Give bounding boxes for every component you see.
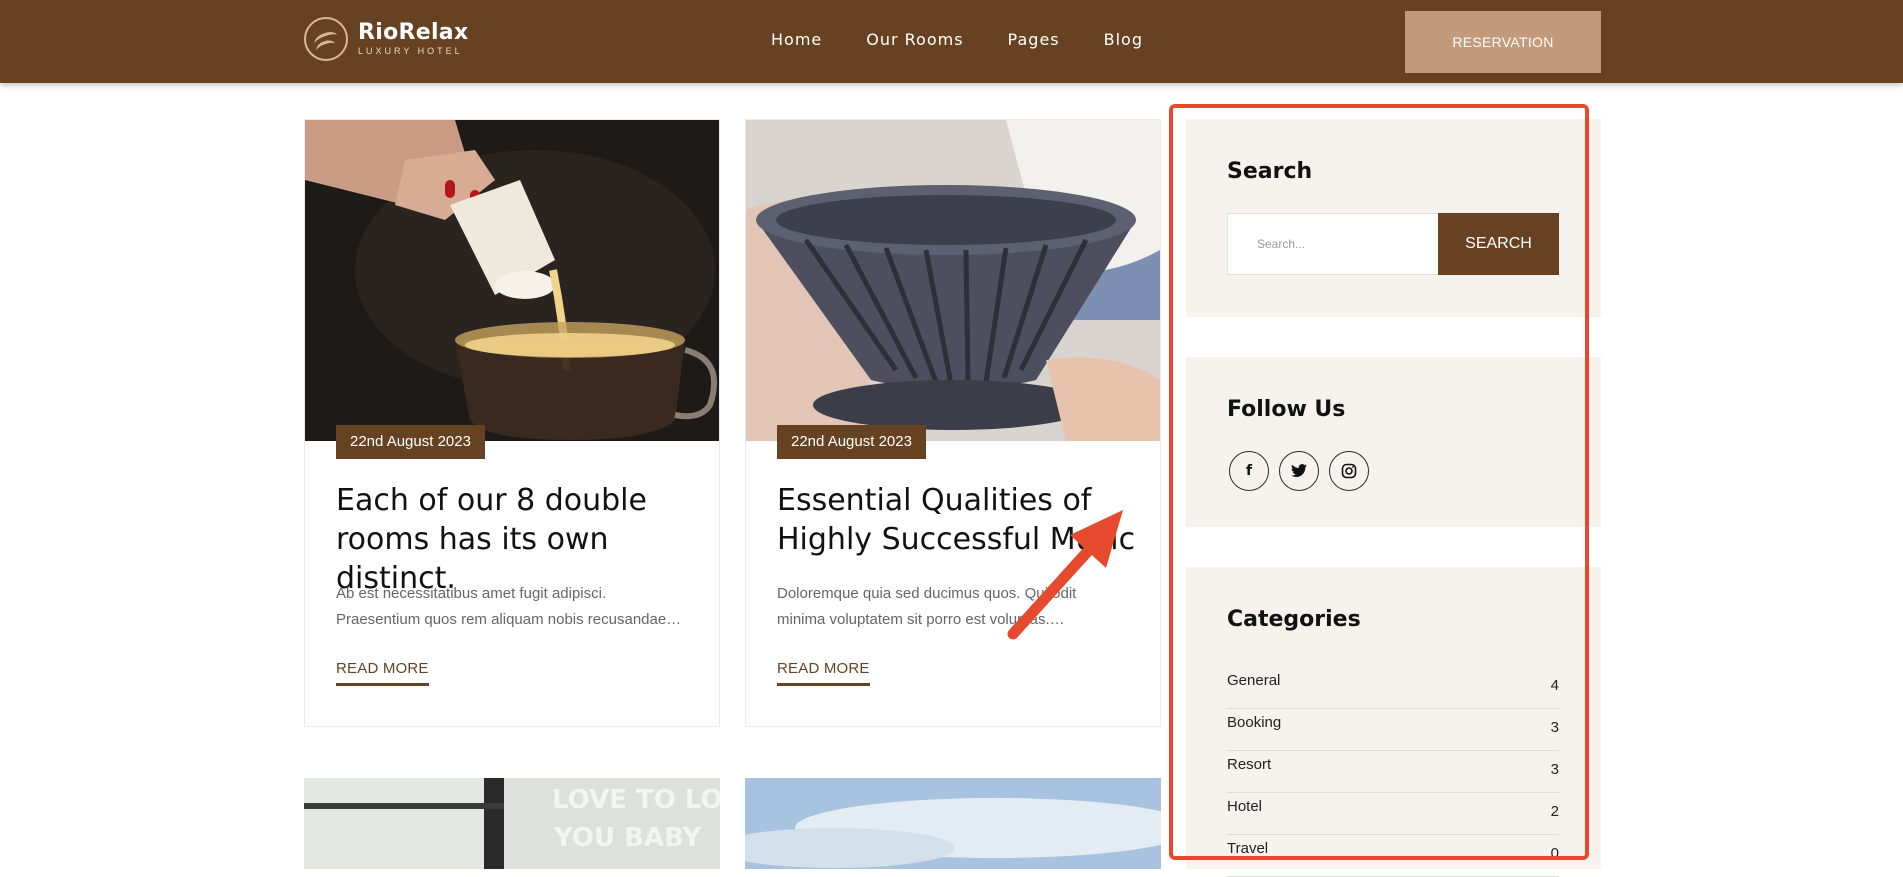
category-count: 2 (1550, 803, 1559, 820)
read-more-link[interactable]: READ MORE (336, 660, 429, 686)
category-name: General (1227, 672, 1281, 689)
blog-card: 22nd August 2023 Each of our 8 double ro… (304, 119, 720, 727)
nav-blog[interactable]: Blog (1104, 30, 1143, 49)
categories-widget-title: Categories (1227, 607, 1361, 632)
post-excerpt: Doloremque quia sed ducimus quos. Qui od… (777, 585, 1077, 628)
nav-home[interactable]: Home (771, 30, 822, 49)
search-button[interactable]: SEARCH (1438, 213, 1559, 275)
category-item-resort[interactable]: Resort 3 (1227, 751, 1559, 793)
read-more-link[interactable]: READ MORE (777, 660, 870, 686)
site-header: RioRelax LUXURY HOTEL Home Our Rooms Pag… (0, 0, 1903, 83)
category-name: Hotel (1227, 798, 1263, 815)
category-count: 4 (1550, 677, 1559, 694)
instagram-icon[interactable] (1329, 451, 1369, 491)
nav-our-rooms[interactable]: Our Rooms (866, 30, 963, 49)
category-item-general[interactable]: General 4 (1227, 667, 1559, 709)
post-title[interactable]: Essential Qualities of Highly Successful… (777, 481, 1137, 559)
search-widget: Search Search... SEARCH (1186, 119, 1601, 317)
sign-line-2: YOU BABY (553, 823, 703, 853)
category-name: Resort (1227, 756, 1272, 773)
category-item-travel[interactable]: Travel 0 (1227, 835, 1559, 877)
post-date-badge: 22nd August 2023 (777, 425, 926, 459)
logo-name: RioRelax (358, 20, 469, 45)
twitter-icon[interactable] (1279, 451, 1319, 491)
post-image-coffee-dripper[interactable] (746, 120, 1160, 441)
category-count: 3 (1550, 761, 1559, 778)
post-date-badge: 22nd August 2023 (336, 425, 485, 459)
facebook-icon[interactable]: f (1229, 451, 1269, 491)
sign-line-1: LOVE TO LOVE (552, 785, 720, 815)
logo[interactable]: RioRelax LUXURY HOTEL (304, 17, 468, 61)
logo-icon (304, 17, 348, 61)
category-item-hotel[interactable]: Hotel 2 (1227, 793, 1559, 835)
category-name: Travel (1227, 840, 1269, 857)
post-excerpt: Ab est necessitatibus amet fugit adipisc… (336, 585, 682, 628)
category-item-booking[interactable]: Booking 3 (1227, 709, 1559, 751)
search-widget-title: Search (1227, 159, 1313, 184)
follow-widget: Follow Us f (1186, 357, 1601, 527)
logo-tagline: LUXURY HOTEL (358, 46, 463, 56)
post-image-window-sign[interactable]: LOVE TO LOVE YOU BABY (304, 778, 720, 869)
category-name: Booking (1227, 714, 1282, 731)
nav-pages[interactable]: Pages (1008, 30, 1060, 49)
post-image-sky[interactable] (745, 778, 1161, 869)
category-count: 3 (1550, 719, 1559, 736)
search-input[interactable]: Search... (1227, 213, 1439, 275)
post-image-coffee-pour[interactable] (305, 120, 719, 441)
main-nav: Home Our Rooms Pages Blog (771, 30, 1143, 49)
blog-card: 22nd August 2023 Essential Qualities of … (745, 119, 1161, 727)
categories-widget: Categories General 4 Booking 3 Resort 3 … (1186, 567, 1601, 877)
category-count: 0 (1550, 845, 1559, 862)
reservation-button[interactable]: RESERVATION (1405, 11, 1601, 73)
follow-widget-title: Follow Us (1227, 397, 1346, 422)
